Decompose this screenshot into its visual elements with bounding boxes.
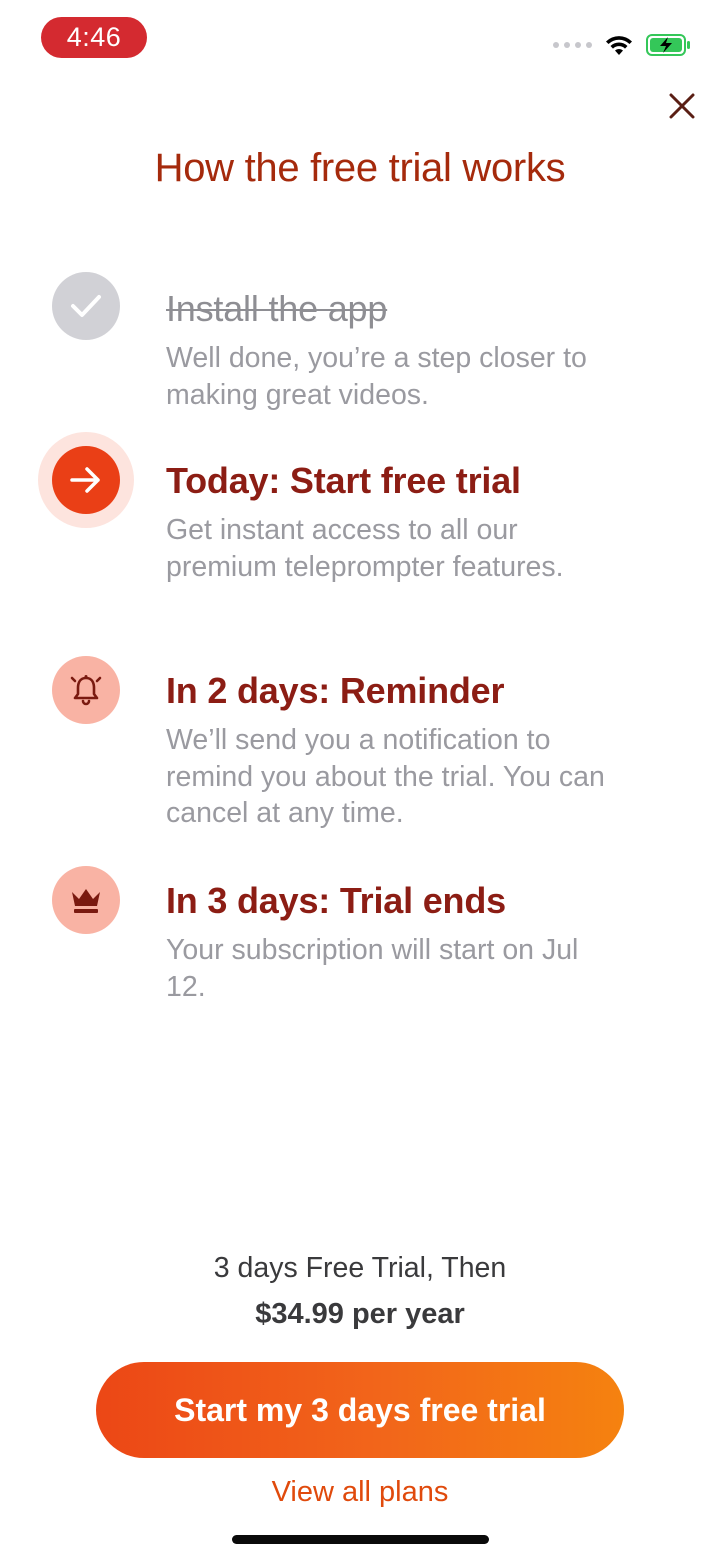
- offer-price: $34.99: [255, 1298, 344, 1330]
- close-icon: [669, 93, 695, 119]
- offer-period: per year: [343, 1298, 465, 1330]
- status-time: 4:46: [41, 17, 147, 58]
- step-title: In 2 days: Reminder: [166, 670, 505, 711]
- battery-charging-icon: [646, 34, 690, 56]
- page-title: How the free trial works: [154, 146, 566, 190]
- bell-icon: [70, 675, 102, 706]
- step-description: Your subscription will start on Jul 12.: [166, 934, 579, 1003]
- step-trial-ends-badge: [52, 866, 120, 934]
- home-indicator[interactable]: [232, 1535, 489, 1544]
- step-description: Well done, you’re a step closer to makin…: [166, 342, 587, 411]
- arrow-right-icon: [70, 467, 100, 493]
- wifi-icon: [606, 36, 632, 55]
- offer-trial-text: 3 days Free Trial, Then: [213, 1252, 507, 1284]
- crown-icon: [72, 889, 100, 913]
- step-title: Today: Start free trial: [166, 460, 521, 501]
- checkmark-icon: [71, 295, 101, 317]
- close-button[interactable]: [662, 86, 702, 126]
- step-current-badge: [52, 446, 120, 514]
- step-description: We’ll send you a notification to remind …: [166, 724, 605, 829]
- step-completed-badge: [52, 272, 120, 340]
- view-all-plans-link[interactable]: View all plans: [0, 1476, 720, 1509]
- status-indicators: [553, 28, 692, 62]
- step-reminder-badge: [52, 656, 120, 724]
- offer-price-text: $34.99 per year: [0, 1298, 720, 1331]
- trial-info-screen: 4:46 How the free trial works Install th…: [0, 0, 720, 1560]
- step-current-halo: [38, 432, 134, 528]
- start-free-trial-button[interactable]: Start my 3 days free trial: [96, 1362, 624, 1458]
- cellular-signal-icon: [553, 42, 592, 48]
- step-title: In 3 days: Trial ends: [166, 880, 506, 921]
- step-title: Install the app: [166, 288, 388, 329]
- step-description: Get instant access to all our premium te…: [166, 514, 564, 583]
